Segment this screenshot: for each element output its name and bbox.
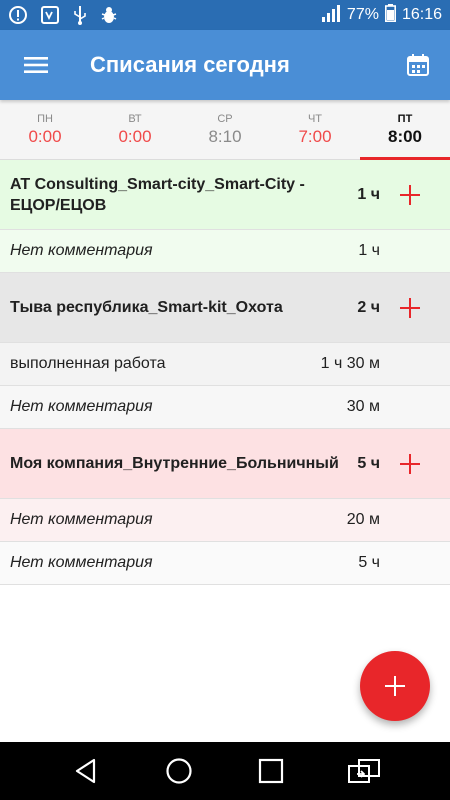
day-name: ЧТ <box>307 112 323 125</box>
entry-comment: Нет комментария <box>10 398 153 415</box>
project-hours: 2 ч <box>357 298 380 316</box>
tab-friday[interactable]: ПТ 8:00 <box>360 100 450 160</box>
tab-monday[interactable]: ПН 0:00 <box>0 100 90 159</box>
screen-icon <box>40 5 60 25</box>
time-entries-list: AT Consulting_Smart-city_Smart-City - ЕЦ… <box>0 160 450 585</box>
entry-hours: 1 ч <box>358 242 380 259</box>
entry-row[interactable]: Нет комментария 1 ч <box>0 230 450 273</box>
tab-wednesday[interactable]: СР 8:10 <box>180 100 270 159</box>
app-bar: Списания сегодня <box>0 30 450 100</box>
screen-switch-icon <box>347 759 380 783</box>
project-hours: 1 ч <box>357 185 380 203</box>
entry-comment: Нет комментария <box>10 554 153 571</box>
page-title: Списания сегодня <box>90 52 290 77</box>
project-name: Моя компания_Внутренние_Больничный <box>10 455 339 472</box>
status-bar: 77% 16:16 <box>0 0 450 30</box>
home-button[interactable] <box>159 751 199 791</box>
menu-button[interactable] <box>20 49 52 81</box>
day-time: 8:10 <box>208 126 242 146</box>
day-tabs: ПН 0:00 ВТ 0:00 СР 8:10 ЧТ 7:00 ПТ 8:00 <box>0 100 450 160</box>
day-time: 0:00 <box>28 126 62 146</box>
entry-row[interactable]: Нет комментария 20 м <box>0 499 450 542</box>
tab-thursday[interactable]: ЧТ 7:00 <box>270 100 360 159</box>
alert-icon <box>8 5 28 25</box>
entry-row[interactable]: выполненная работа 1 ч 30 м <box>0 343 450 386</box>
entry-hours: 20 м <box>346 511 380 528</box>
day-time: 8:00 <box>387 126 423 146</box>
add-entry-button[interactable] <box>400 297 420 318</box>
calendar-button[interactable] <box>402 49 434 81</box>
add-fab-button[interactable] <box>360 651 430 721</box>
project-hours: 5 ч <box>357 454 380 472</box>
entry-comment: Нет комментария <box>10 242 153 259</box>
battery-percent: 77% <box>346 6 379 23</box>
usb-icon <box>72 5 88 25</box>
entry-hours: 30 м <box>346 398 380 415</box>
menu-icon <box>24 57 48 73</box>
home-icon <box>166 758 192 784</box>
entry-comment: выполненная работа <box>10 355 166 372</box>
project-row[interactable]: Тыва республика_Smart-kit_Охота 2 ч <box>0 273 450 343</box>
battery-icon <box>384 3 396 27</box>
tab-tuesday[interactable]: ВТ 0:00 <box>90 100 180 159</box>
recents-button[interactable] <box>251 751 291 791</box>
system-nav-bar <box>0 742 450 800</box>
screen-switch-button[interactable] <box>344 751 384 791</box>
day-name: ПТ <box>397 112 413 125</box>
calendar-icon <box>407 54 429 76</box>
day-name: СР <box>217 112 233 125</box>
recents-icon <box>259 758 284 784</box>
clock: 16:16 <box>401 6 442 23</box>
entry-row[interactable]: Нет комментария 30 м <box>0 386 450 429</box>
back-button[interactable] <box>66 751 106 791</box>
day-time: 0:00 <box>118 126 152 146</box>
project-row[interactable]: AT Consulting_Smart-city_Smart-City - ЕЦ… <box>0 160 450 230</box>
day-time: 7:00 <box>298 126 332 146</box>
entry-hours: 5 ч <box>358 554 380 571</box>
back-icon <box>76 758 96 784</box>
entry-hours: 1 ч 30 м <box>320 355 380 372</box>
entry-comment: Нет комментария <box>10 511 153 528</box>
project-name: AT Consulting_Smart-city_Smart-City - ЕЦ… <box>10 175 305 214</box>
bug-icon <box>100 5 118 25</box>
add-entry-button[interactable] <box>400 453 420 474</box>
project-row[interactable]: Моя компания_Внутренние_Больничный 5 ч <box>0 429 450 499</box>
add-entry-button[interactable] <box>400 184 420 205</box>
day-name: ПН <box>37 112 53 125</box>
day-name: ВТ <box>128 112 142 125</box>
entry-row[interactable]: Нет комментария 5 ч <box>0 542 450 585</box>
project-name: Тыва республика_Smart-kit_Охота <box>10 299 283 316</box>
signal-icon <box>321 4 341 27</box>
